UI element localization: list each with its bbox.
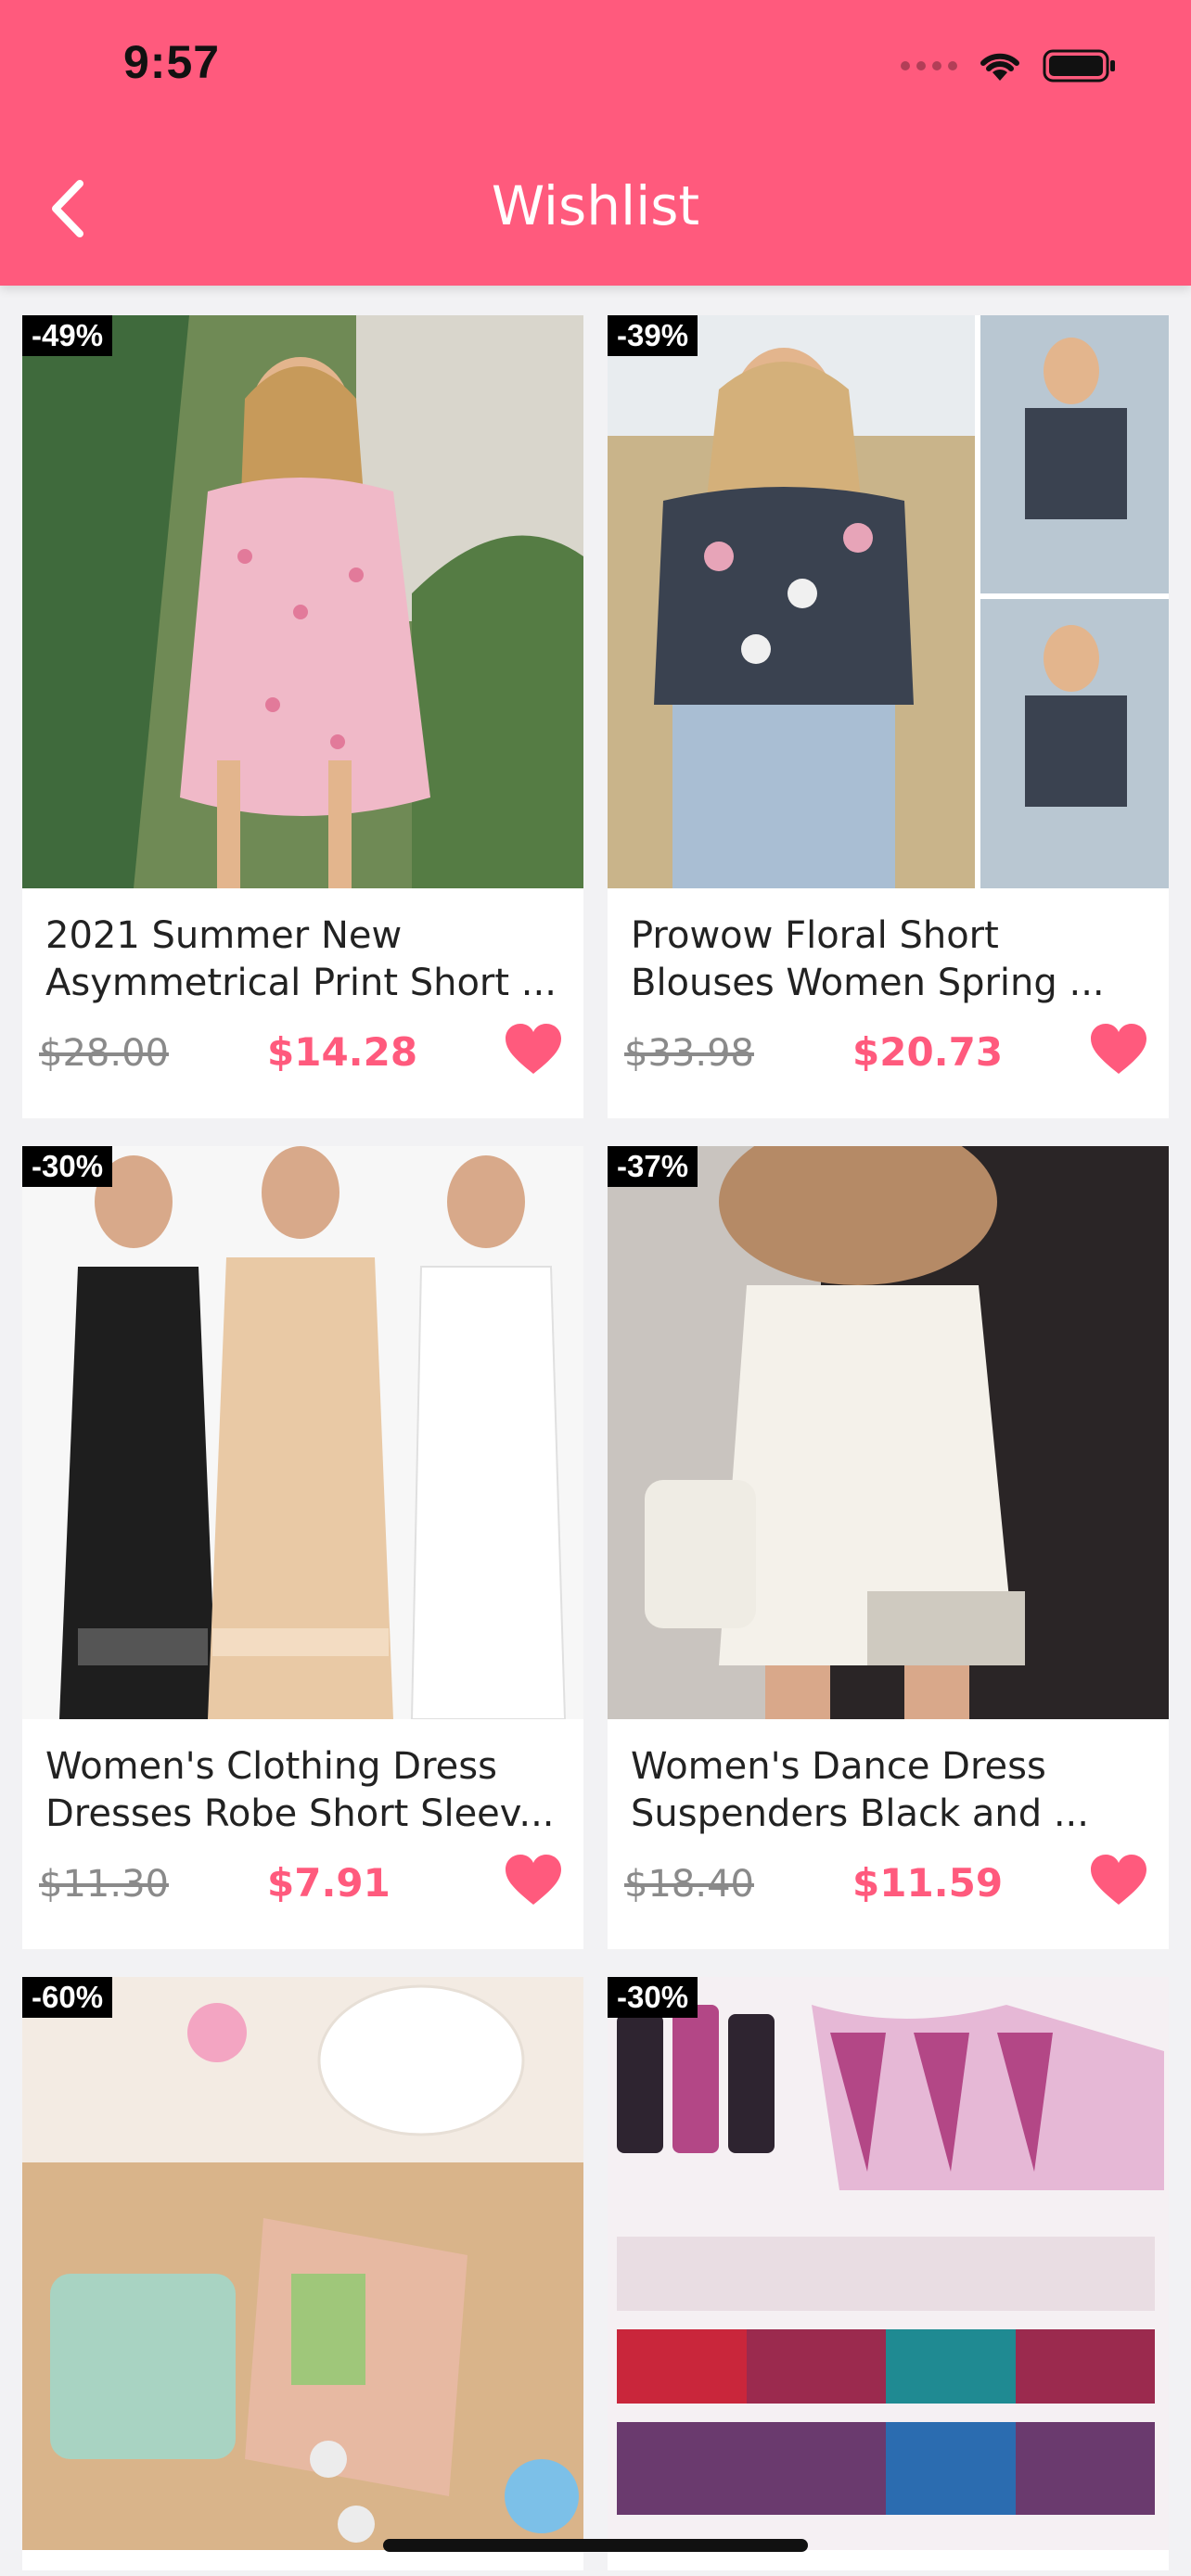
discount-badge: -49% — [22, 315, 113, 356]
product-card[interactable]: -60% — [22, 1977, 583, 2570]
battery-icon — [1043, 49, 1115, 83]
status-icons — [901, 43, 1117, 89]
original-price: $28.00 — [39, 1032, 169, 1075]
product-title[interactable]: Prowow Floral Short Blouses Women Spring… — [631, 912, 1150, 1007]
heart-icon[interactable] — [504, 1853, 563, 1908]
product-image[interactable]: -30% — [608, 1977, 1169, 2550]
wishlist-screen: 9:57 Wishlist -49% 2021 Summer New Asymm… — [0, 0, 1191, 2576]
discount-badge: -39% — [608, 315, 698, 356]
discount-badge: -60% — [22, 1977, 113, 2018]
signal-icon — [901, 61, 957, 70]
product-image[interactable]: -30% — [22, 1146, 583, 1719]
status-time: 9:57 — [123, 36, 221, 88]
wifi-icon — [980, 53, 1019, 81]
original-price: $11.30 — [39, 1863, 169, 1906]
product-grid: -49% 2021 Summer New Asymmetrical Print … — [22, 315, 1169, 2570]
product-card[interactable]: -37% Women's Dance Dress Suspenders Blac… — [608, 1146, 1169, 1949]
product-card[interactable]: -49% 2021 Summer New Asymmetrical Print … — [22, 315, 583, 1118]
discount-badge: -30% — [608, 1977, 698, 2018]
product-image[interactable]: -39% — [608, 315, 1169, 888]
product-card[interactable]: -39% Prowow Floral Short Blouses Women S… — [608, 315, 1169, 1118]
original-price: $33.98 — [624, 1032, 754, 1075]
product-card[interactable]: -30% — [608, 1977, 1169, 2570]
sale-price: $20.73 — [852, 1029, 1004, 1075]
discount-badge: -37% — [608, 1146, 698, 1187]
product-title[interactable]: Women's Clothing Dress Dresses Robe Shor… — [45, 1743, 565, 1838]
product-card[interactable]: -30% Women's Clothing Dress Dresses Robe… — [22, 1146, 583, 1949]
product-title[interactable]: Women's Dance Dress Suspenders Black and… — [631, 1743, 1150, 1838]
heart-icon[interactable] — [504, 1022, 563, 1078]
sale-price: $7.91 — [267, 1860, 391, 1906]
page-title: Wishlist — [491, 174, 700, 237]
product-image[interactable]: -60% — [22, 1977, 583, 2550]
original-price: $18.40 — [624, 1863, 754, 1906]
sale-price: $14.28 — [267, 1029, 418, 1075]
heart-icon[interactable] — [1089, 1022, 1148, 1078]
header-bar: 9:57 Wishlist — [0, 0, 1191, 286]
discount-badge: -30% — [22, 1146, 113, 1187]
product-image[interactable]: -49% — [22, 315, 583, 888]
home-indicator[interactable] — [383, 2539, 808, 2552]
heart-icon[interactable] — [1089, 1853, 1148, 1908]
product-title[interactable]: 2021 Summer New Asymmetrical Print Short… — [45, 912, 565, 1007]
product-image[interactable]: -37% — [608, 1146, 1169, 1719]
sale-price: $11.59 — [852, 1860, 1004, 1906]
